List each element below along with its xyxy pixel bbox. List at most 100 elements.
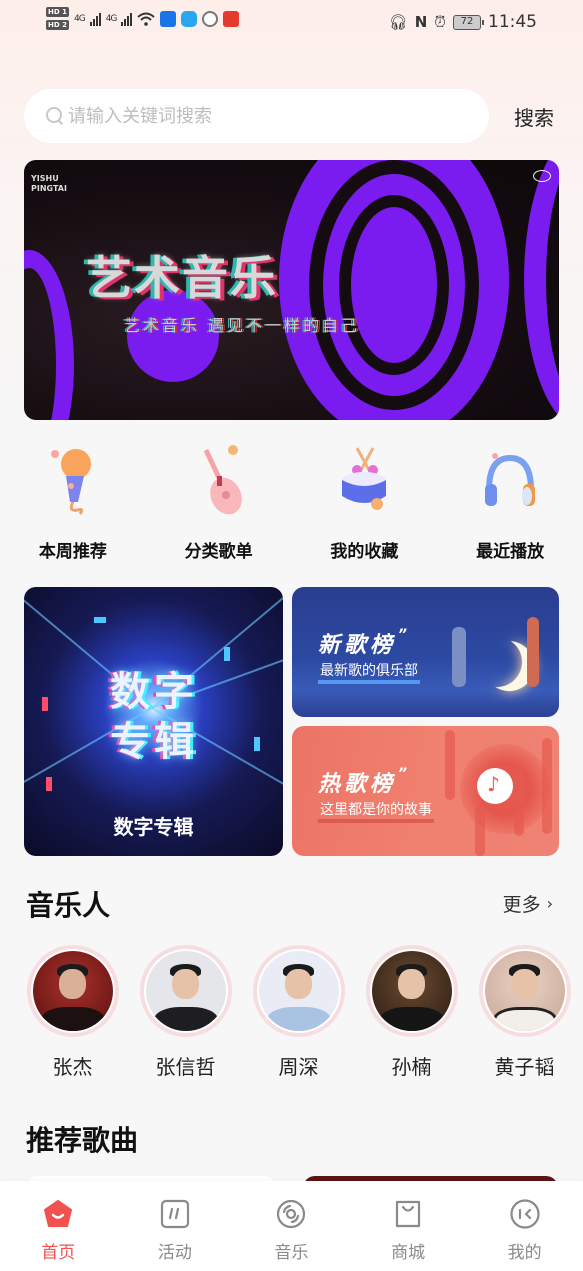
hot-songs-title-text: 热歌榜: [318, 772, 397, 797]
signal-icon: [89, 12, 101, 26]
banner-brand-line1: YISHU: [31, 174, 59, 183]
tab-music[interactable]: 音乐: [233, 1181, 350, 1271]
search-input[interactable]: [68, 105, 448, 127]
hot-songs-title: 热歌榜”: [318, 766, 411, 798]
microphone-icon: [50, 449, 91, 515]
neon-light: [94, 617, 106, 623]
musician-name: 张杰: [52, 1055, 93, 1079]
dancer-figure: [527, 617, 539, 687]
banner-subtitle: 艺术音乐 遇见不一样的自己: [124, 316, 361, 335]
avatar-face: [510, 968, 539, 999]
search-bar: 搜索: [24, 89, 564, 143]
tab-label: 活动: [157, 1243, 192, 1263]
new-songs-chart-card[interactable]: 新歌榜” 最新歌的俱乐部: [292, 587, 559, 717]
decor-strip: [514, 766, 524, 836]
hot-songs-subtitle: 这里都是你的故事: [318, 799, 434, 823]
new-songs-subtitle: 最新歌的俱乐部: [318, 660, 420, 684]
quote-mark: ”: [398, 627, 412, 643]
recommended-section-title: 推荐歌曲: [26, 1124, 139, 1157]
avatar-photo: [371, 951, 452, 1031]
search-icon: [46, 107, 64, 125]
sim-indicators: HD 1 HD 2: [46, 7, 69, 30]
musician-item[interactable]: 孙楠: [364, 945, 459, 1080]
avatar-photo: [145, 951, 226, 1031]
guitar-icon: [203, 445, 242, 515]
digital-album-art-text: 数字专辑: [110, 669, 198, 765]
tab-label: 音乐: [274, 1243, 309, 1263]
activity-icon: [160, 1199, 189, 1229]
app-notification-icon: [160, 10, 177, 27]
hot-songs-chart-card[interactable]: 热歌榜” 这里都是你的故事: [292, 726, 559, 856]
tab-profile[interactable]: 我的: [466, 1181, 583, 1271]
neon-light: [254, 737, 260, 751]
network-type-2: 4G: [105, 13, 118, 24]
category-label: 分类歌单: [184, 542, 253, 562]
avatar-photo: [484, 951, 565, 1031]
avatar-body: [379, 1007, 444, 1031]
bottom-navigation: 首页 活动 音乐 商城 我的: [0, 1181, 583, 1271]
home-icon: [44, 1200, 73, 1227]
wifi-icon: [137, 12, 156, 26]
banner-brand-line2: PINGTAI: [31, 184, 67, 193]
status-left: HD 1 HD 2 4G 4G: [46, 7, 240, 30]
decor-strip: [542, 738, 552, 834]
avatar-photo: [32, 951, 113, 1031]
category-label: 本周推荐: [38, 542, 107, 562]
category-favorites[interactable]: 我的收藏: [292, 440, 438, 562]
neon-light: [224, 647, 230, 661]
banner-ring-left: [24, 250, 74, 420]
more-label: 更多: [502, 894, 541, 916]
red-app-icon: [223, 10, 240, 27]
avatar: [365, 945, 458, 1037]
musicians-section-title: 音乐人: [26, 889, 111, 922]
musician-name: 张信哲: [155, 1055, 216, 1079]
guitarist-figure: [452, 627, 466, 687]
signal-icon-2: [121, 12, 133, 26]
shopping-bag-icon: [395, 1200, 421, 1228]
musician-name: 黄子韬: [494, 1055, 555, 1079]
music-disc-icon: [277, 1199, 306, 1229]
musicians-more-link[interactable]: 更多 ›: [503, 890, 553, 917]
banner-title: 艺术音乐: [86, 251, 278, 305]
category-weekly-recommend[interactable]: 本周推荐: [0, 440, 146, 562]
new-songs-title: 新歌榜”: [318, 627, 411, 659]
music-note-icon: [477, 768, 513, 804]
musician-name: 孙楠: [391, 1055, 432, 1079]
tab-shop[interactable]: 商城: [350, 1181, 467, 1271]
decor-strip: [475, 806, 485, 856]
search-button[interactable]: 搜索: [514, 102, 554, 131]
sim1-label: HD 1: [46, 7, 69, 17]
search-field[interactable]: [24, 89, 489, 143]
avatar-photo: [258, 951, 339, 1031]
digital-album-card[interactable]: 数字专辑 数字专辑: [24, 587, 283, 856]
promo-banner[interactable]: YISHU PINGTAI 艺术音乐 艺术音乐 遇见不一样的自己: [24, 160, 559, 420]
category-recently-played[interactable]: 最近播放: [437, 440, 583, 562]
decor-strip: [445, 730, 455, 800]
category-playlists[interactable]: 分类歌单: [146, 440, 292, 562]
avatar-face: [397, 968, 426, 999]
tab-label: 我的: [507, 1243, 542, 1263]
musician-item[interactable]: 张信哲: [138, 945, 233, 1080]
musician-item[interactable]: 周深: [251, 945, 346, 1080]
banner-brand: YISHU PINGTAI: [31, 174, 67, 194]
neon-light: [46, 777, 52, 791]
search-app-icon: [181, 10, 198, 27]
tab-home[interactable]: 首页: [0, 1181, 117, 1271]
musician-name: 周深: [278, 1055, 319, 1079]
avatar-face: [58, 968, 87, 999]
tab-activity[interactable]: 活动: [117, 1181, 234, 1271]
nfc-icon: N: [414, 13, 428, 31]
shield-app-icon: [202, 10, 219, 27]
status-bar: HD 1 HD 2 4G 4G 🎧︎ N ⏰︎ 72 11:45: [0, 0, 583, 44]
avatar-body: [266, 1007, 331, 1031]
status-right: 🎧︎ N ⏰︎ 72 11:45: [389, 12, 537, 32]
sim2-label: HD 2: [46, 20, 69, 30]
moon-decoration: [465, 630, 529, 694]
musician-item[interactable]: 黄子韬: [477, 945, 572, 1080]
musician-item[interactable]: 张杰: [25, 945, 120, 1080]
avatar-face: [171, 968, 200, 999]
battery-icon: 72: [453, 14, 484, 30]
new-songs-title-text: 新歌榜: [318, 633, 397, 658]
avatar-face: [284, 968, 313, 999]
category-label: 我的收藏: [330, 542, 399, 562]
